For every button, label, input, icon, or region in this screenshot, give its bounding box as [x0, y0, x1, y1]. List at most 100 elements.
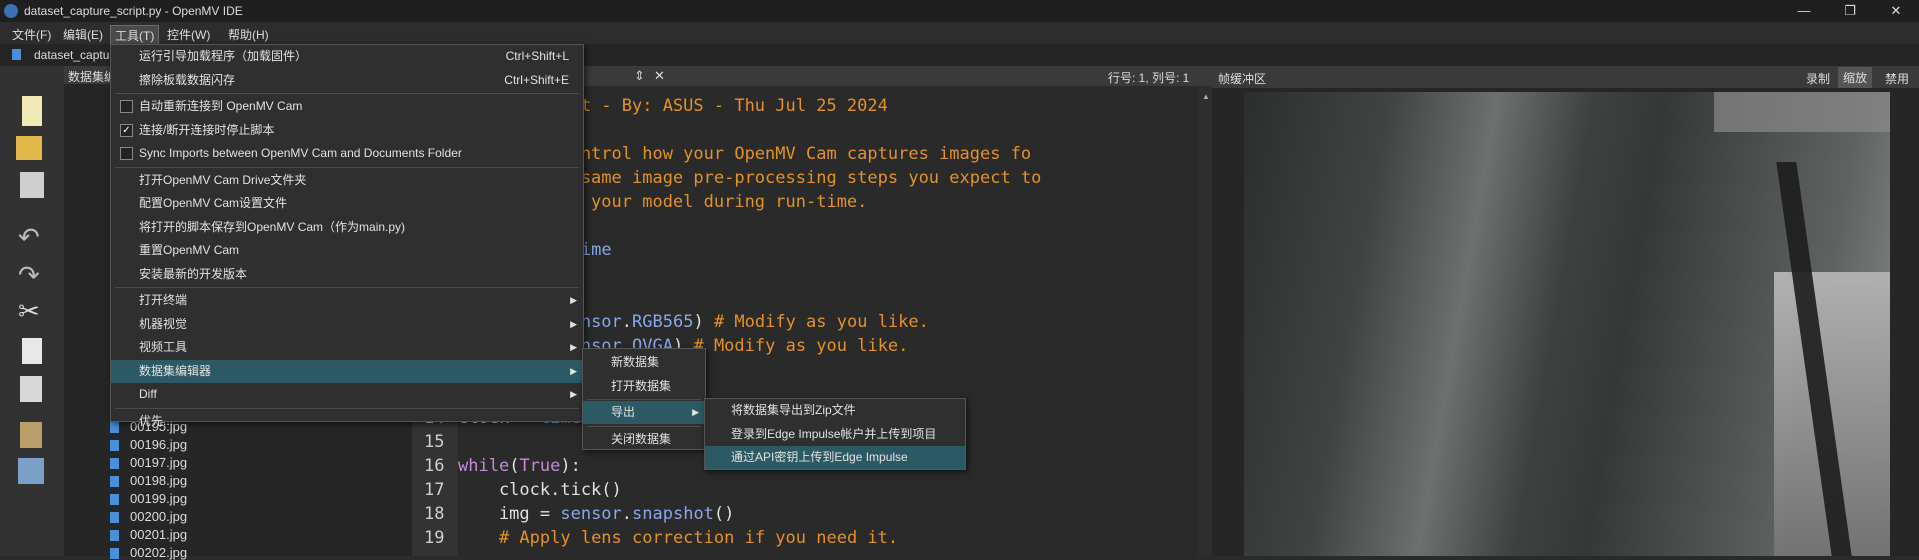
menu-bar: 文件(F) 编辑(E) 工具(T) 控件(W) 帮助(H) [0, 22, 1919, 46]
copy-icon[interactable] [22, 338, 42, 364]
tools-menu-item-label: 自动重新连接到 OpenMV Cam [139, 99, 303, 113]
tools-menu-item-label: 重置OpenMV Cam [139, 243, 240, 257]
tools-menu-item-label: 连接/断开连接时停止脚本 [139, 122, 275, 137]
checkbox[interactable] [120, 100, 133, 113]
export-submenu: 将数据集导出到Zip文件登录到Edge Impulse帐户并上传到项目通过API… [704, 398, 966, 470]
tools-menu-item-label: 机器视觉 [139, 316, 188, 331]
tools-menu-item[interactable]: 打开终端 ▶ [111, 289, 583, 312]
code-line: while(True): [458, 456, 581, 476]
dataset-menu-item[interactable]: 打开数据集 [583, 375, 705, 398]
image-file-icon [110, 512, 119, 523]
image-file-icon [110, 494, 119, 505]
export-menu-item[interactable]: 将数据集导出到Zip文件 [705, 399, 965, 422]
code-line: clock.tick() [458, 480, 622, 500]
line-number: 16 [424, 456, 445, 476]
close-editor-icon[interactable]: ✕ [654, 68, 665, 84]
editor-scrollbar[interactable]: ▲ [1198, 86, 1212, 556]
tools-menu-item[interactable]: 视频工具 ▶ [111, 336, 583, 359]
dataset-file-item[interactable]: 00200.jpg [130, 509, 187, 524]
tools-menu-item-label: 打开OpenMV Cam Drive文件夹 [139, 172, 307, 187]
tools-menu-item[interactable]: Diff ▶ [111, 383, 583, 406]
menu-help[interactable]: 帮助(H) [224, 25, 273, 44]
menu-edit[interactable]: 编辑(E) [59, 25, 107, 44]
menu-separator [115, 287, 579, 288]
line-number: 19 [424, 528, 445, 548]
dataset-menu-item-label: 关闭数据集 [611, 431, 672, 446]
paste-icon[interactable] [20, 376, 42, 402]
dataset-add-icon[interactable] [20, 422, 42, 448]
dataset-file-item[interactable]: 00202.jpg [130, 545, 187, 560]
submenu-arrow-icon: ▶ [570, 318, 577, 329]
tools-menu-item[interactable]: 运行引导加载程序（加载固件） Ctrl+Shift+L [111, 45, 583, 68]
title-bar: dataset_capture_script.py - OpenMV IDE —… [0, 0, 1919, 22]
undo-icon[interactable]: ↶ [18, 222, 40, 253]
window-title: dataset_capture_script.py - OpenMV IDE [24, 4, 243, 18]
dataset-menu-item[interactable]: 关闭数据集 [583, 428, 705, 451]
tools-menu-item[interactable]: 自动重新连接到 OpenMV Cam [111, 95, 583, 118]
line-number: 18 [424, 504, 445, 524]
close-button[interactable]: ✕ [1873, 0, 1919, 22]
redo-icon[interactable]: ↷ [18, 260, 40, 291]
open-folder-icon[interactable] [16, 136, 42, 160]
menu-separator [587, 425, 701, 427]
dataset-file-item[interactable]: 00199.jpg [130, 491, 187, 506]
code-line: # Apply lens correction if you need it. [498, 528, 899, 548]
tools-menu-item[interactable]: 打开OpenMV Cam Drive文件夹 [111, 169, 583, 192]
submenu-arrow-icon: ▶ [570, 389, 577, 399]
tools-menu-item-label: Sync Imports between OpenMV Cam and Docu… [139, 146, 462, 160]
image-file-icon [110, 440, 119, 451]
tools-menu-item[interactable]: 安装最新的开发版本 [111, 263, 583, 286]
disable-button[interactable]: 禁用 [1885, 70, 1909, 87]
new-file-icon[interactable] [22, 96, 42, 126]
framebuffer-header: 帧缓冲区 录制 缩放 禁用 [1212, 66, 1919, 88]
tools-menu-item[interactable]: 数据集编辑器 ▶ [111, 359, 583, 383]
dataset-file-item[interactable]: 00197.jpg [130, 455, 187, 470]
menu-file[interactable]: 文件(F) [8, 25, 55, 44]
export-menu-item-label: 登录到Edge Impulse帐户并上传到项目 [731, 426, 937, 441]
zoom-button[interactable]: 缩放 [1838, 67, 1873, 88]
dataset-file-item[interactable]: 00196.jpg [130, 437, 187, 452]
openmv-logo-icon [4, 4, 18, 18]
camera-frame-image [1244, 92, 1890, 556]
tools-menu-item[interactable]: Sync Imports between OpenMV Cam and Docu… [111, 142, 583, 165]
record-button[interactable]: 录制 [1806, 70, 1830, 87]
tools-menu-item-label: 擦除板载数据闪存 [139, 72, 236, 87]
tools-menu-item[interactable]: 重置OpenMV Cam [111, 239, 583, 262]
image-file-icon [110, 548, 119, 559]
code-line: img = sensor.snapshot() [458, 504, 735, 524]
line-number: 17 [424, 480, 445, 500]
split-icon[interactable]: ⇕ [634, 68, 645, 84]
shortcut-label: Ctrl+Shift+L [505, 49, 569, 63]
tools-menu-item[interactable]: 将打开的脚本保存到OpenMV Cam（作为main.py) [111, 216, 583, 239]
menu-separator [115, 407, 579, 409]
image-file-icon [110, 530, 119, 541]
framebuffer-title: 帧缓冲区 [1218, 72, 1267, 86]
tools-menu-item[interactable]: 配置OpenMV Cam设置文件 [111, 192, 583, 215]
checkbox[interactable]: ✓ [120, 123, 133, 137]
tools-menu-item[interactable]: 优先... [111, 410, 583, 433]
dataset-file-item[interactable]: 00198.jpg [130, 473, 187, 488]
checkbox[interactable] [120, 147, 133, 160]
tools-menu-item[interactable]: 连接/断开连接时停止脚本 ✓ [111, 119, 583, 142]
export-menu-item[interactable]: 通过API密钥上传到Edge Impulse [705, 446, 965, 469]
maximize-button[interactable]: ❐ [1827, 0, 1873, 22]
tools-menu: 运行引导加载程序（加载固件） Ctrl+Shift+L 擦除板载数据闪存 Ctrl+S… [110, 44, 584, 428]
capture-image-icon[interactable] [18, 458, 44, 484]
menu-widgets[interactable]: 控件(W) [163, 25, 214, 44]
tools-menu-item-label: 安装最新的开发版本 [139, 266, 248, 281]
menu-tools[interactable]: 工具(T) [110, 25, 160, 46]
export-menu-item[interactable]: 登录到Edge Impulse帐户并上传到项目 [705, 423, 965, 446]
dataset-menu-item[interactable]: 导出 ▶ [583, 401, 705, 424]
dataset-file-item[interactable]: 00201.jpg [130, 527, 187, 542]
save-icon[interactable] [20, 172, 44, 198]
cut-icon[interactable]: ✂ [18, 296, 40, 327]
file-tab[interactable]: dataset_captu [34, 48, 109, 62]
dataset-menu-item[interactable]: 新数据集 [583, 351, 705, 374]
tools-menu-item-label: Diff [139, 387, 157, 401]
tools-menu-item[interactable]: 擦除板载数据闪存 Ctrl+Shift+E [111, 69, 583, 92]
tools-menu-item-label: 运行引导加载程序（加载固件） [139, 49, 308, 63]
dataset-menu-item-label: 导出 [611, 405, 636, 419]
minimize-button[interactable]: — [1781, 0, 1827, 22]
tools-menu-item[interactable]: 机器视觉 ▶ [111, 313, 583, 336]
scroll-up-icon[interactable]: ▲ [1202, 92, 1210, 101]
